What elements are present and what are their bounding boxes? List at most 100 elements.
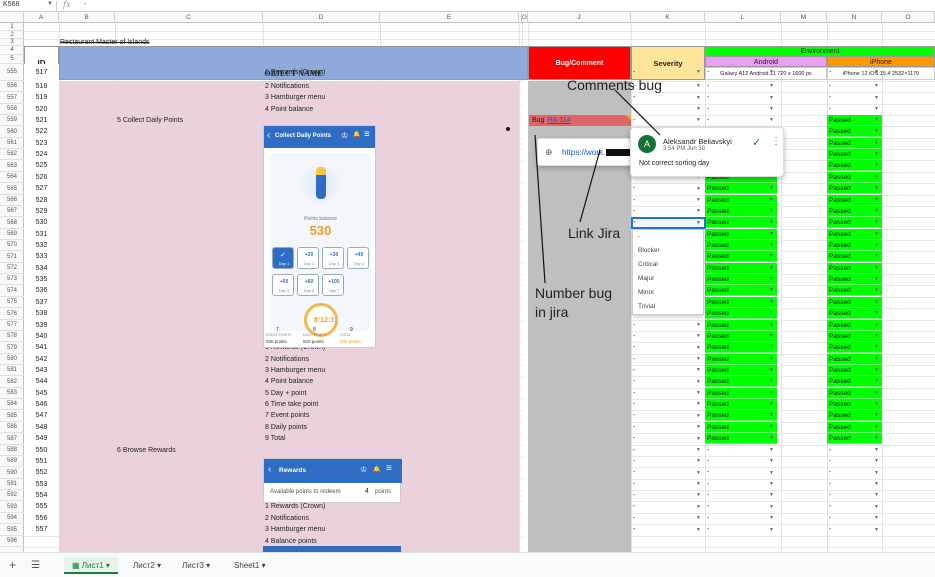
status-passed-android[interactable]: Passed ▼ [705, 285, 777, 296]
status-passed-android[interactable]: Passed ▼ [705, 376, 777, 387]
column-header-b[interactable]: B [59, 12, 115, 23]
status-passed-android[interactable]: Passed ▼ [705, 217, 777, 228]
status-passed-iphone[interactable]: Passed ▼ [827, 342, 882, 353]
row-header[interactable]: 2 [0, 31, 24, 39]
status-passed-iphone[interactable]: Passed ▼ [827, 115, 882, 126]
row-header[interactable]: 560 [0, 126, 24, 138]
severity-option[interactable]: Trivial [638, 303, 655, 310]
severity-option[interactable]: - [638, 233, 640, 240]
status-passed-iphone[interactable]: Passed ▼ [827, 399, 882, 410]
jira-bug-link[interactable]: RA-114 [547, 117, 570, 124]
status-passed-android[interactable]: Passed ▼ [705, 399, 777, 410]
row-header[interactable]: 3 [0, 39, 24, 46]
all-sheets-icon[interactable]: ☰ [31, 560, 40, 571]
row-header[interactable]: 567 [0, 206, 24, 217]
status-passed-android[interactable]: Passed ▼ [705, 183, 777, 194]
row-header[interactable]: 587 [0, 433, 24, 445]
row-header[interactable]: 574 [0, 285, 24, 297]
status-passed-android[interactable]: Passed ▼ [705, 251, 777, 262]
status-passed-iphone[interactable]: Passed ▼ [827, 160, 882, 171]
status-passed-iphone[interactable]: Passed ▼ [827, 206, 882, 217]
status-passed-iphone[interactable]: Passed ▼ [827, 172, 882, 183]
status-passed-iphone[interactable]: Passed ▼ [827, 410, 882, 421]
row-header[interactable]: 557 [0, 92, 24, 104]
column-header-l[interactable]: L [705, 12, 781, 23]
row-header[interactable]: 590 [0, 467, 24, 479]
add-sheet-icon[interactable]: + [9, 558, 16, 572]
status-passed-iphone[interactable]: Passed ▼ [827, 376, 882, 387]
column-header-e[interactable]: E [380, 12, 519, 23]
status-passed-iphone[interactable]: Passed ▼ [827, 308, 882, 319]
status-passed-android[interactable]: Passed ▼ [705, 433, 777, 444]
column-header-n[interactable]: N [827, 12, 882, 23]
row-header[interactable]: 583 [0, 388, 24, 399]
status-passed-android[interactable]: Passed ▼ [705, 206, 777, 217]
corner-cell[interactable] [0, 12, 24, 23]
row-header[interactable]: 577 [0, 320, 24, 331]
row-header[interactable]: 5 [0, 55, 24, 64]
row-header[interactable]: 581 [0, 365, 24, 376]
row-header[interactable]: 571 [0, 251, 24, 263]
row-header[interactable]: 579 [0, 342, 24, 354]
status-passed-iphone[interactable]: Passed ▼ [827, 388, 882, 399]
status-passed-iphone[interactable]: Passed ▼ [827, 331, 882, 342]
status-passed-iphone[interactable]: Passed ▼ [827, 217, 882, 228]
status-passed-android[interactable]: Passed ▼ [705, 422, 777, 433]
more-options-icon[interactable]: ⋮ [771, 136, 781, 147]
row-header[interactable]: 588 [0, 445, 24, 456]
status-passed-android[interactable]: Passed ▼ [705, 388, 777, 399]
row-header[interactable]: 586 [0, 422, 24, 433]
jira-link-url[interactable]: https://work. [562, 148, 605, 157]
status-passed-iphone[interactable]: Passed ▼ [827, 422, 882, 433]
status-passed-android[interactable]: Passed ▼ [705, 308, 777, 319]
name-box[interactable]: K568 ▼ [3, 1, 53, 11]
status-passed-android[interactable]: Passed ▼ [705, 365, 777, 376]
row-header[interactable]: 578 [0, 331, 24, 342]
column-header-j[interactable]: J [528, 12, 631, 23]
status-passed-android[interactable]: Passed ▼ [705, 354, 777, 365]
status-passed-iphone[interactable]: Passed ▼ [827, 263, 882, 274]
tab-sheet2[interactable]: Лист2 ▾ [125, 557, 169, 574]
status-passed-iphone[interactable]: Passed ▼ [827, 433, 882, 444]
row-header[interactable]: 582 [0, 376, 24, 388]
resolve-check-icon[interactable]: ✓ [752, 136, 761, 149]
row-header[interactable]: 572 [0, 263, 24, 274]
status-passed-android[interactable]: Passed ▼ [705, 274, 777, 285]
column-header-o[interactable]: O [882, 12, 935, 23]
row-header[interactable]: 585 [0, 410, 24, 422]
column-header-a[interactable]: A [24, 12, 59, 23]
row-header[interactable]: 556 [0, 81, 24, 92]
status-passed-android[interactable]: Passed ▼ [705, 410, 777, 421]
status-passed-iphone[interactable]: Passed ▼ [827, 297, 882, 308]
column-header-m[interactable]: M [781, 12, 827, 23]
status-passed-android[interactable]: Passed ▼ [705, 320, 777, 331]
row-header[interactable]: 576 [0, 308, 24, 320]
status-passed-android[interactable]: Passed ▼ [705, 263, 777, 274]
status-passed-android[interactable]: Passed ▼ [705, 297, 777, 308]
formula-input[interactable]: - [84, 1, 86, 8]
column-header-k[interactable]: K [631, 12, 705, 23]
severity-option[interactable]: Critical [638, 261, 658, 268]
status-passed-android[interactable]: Passed ▼ [705, 331, 777, 342]
row-header[interactable]: 569 [0, 229, 24, 240]
status-passed-iphone[interactable]: Passed ▼ [827, 320, 882, 331]
status-passed-iphone[interactable]: Passed ▼ [827, 365, 882, 376]
row-header[interactable]: 558 [0, 104, 24, 115]
row-header[interactable]: 594 [0, 513, 24, 524]
row-header[interactable]: 589 [0, 456, 24, 467]
severity-option[interactable]: Major [638, 275, 654, 282]
row-header[interactable]: 596 [0, 536, 24, 547]
row-header[interactable]: 561 [0, 138, 24, 149]
row-header[interactable]: 1 [0, 23, 24, 31]
tab-sheet4[interactable]: Sheet1 ▾ [226, 557, 274, 574]
status-passed-iphone[interactable]: Passed ▼ [827, 149, 882, 160]
row-header[interactable]: 564 [0, 172, 24, 183]
status-passed-iphone[interactable]: Passed ▼ [827, 251, 882, 262]
row-header[interactable]: 580 [0, 354, 24, 365]
row-header[interactable]: 570 [0, 240, 24, 251]
row-header[interactable]: 593 [0, 501, 24, 513]
row-header[interactable]: 566 [0, 195, 24, 206]
status-passed-android[interactable]: Passed ▼ [705, 229, 777, 240]
severity-option[interactable]: Minor [638, 289, 654, 296]
severity-option[interactable]: Blocker [638, 247, 660, 254]
